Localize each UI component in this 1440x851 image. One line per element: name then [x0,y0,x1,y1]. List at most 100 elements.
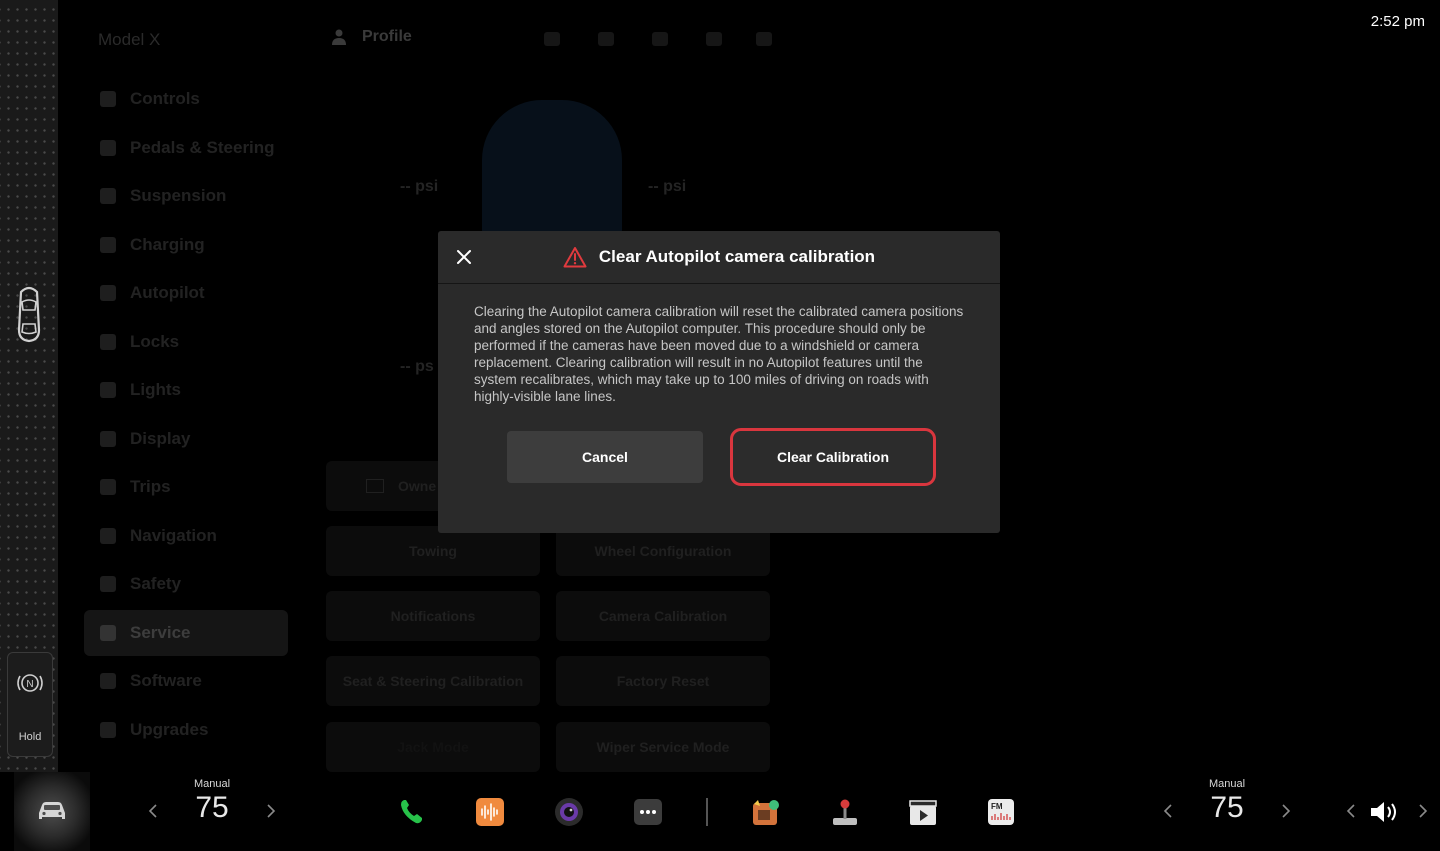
sidebar-item-locks[interactable]: Locks [84,319,288,365]
svg-text:FM: FM [991,802,1003,811]
radio-icon[interactable]: FM [985,796,1017,828]
bluetooth-icon[interactable] [706,32,722,46]
phone-icon[interactable] [396,796,428,828]
gear-selected-label: N [26,679,33,690]
chevron-right-icon[interactable] [1281,804,1291,818]
tire-pressure-front-right: -- psi [648,178,687,195]
sidebar-item-trips[interactable]: Trips [84,464,288,510]
jack-mode-button[interactable]: Jack Mode [326,722,540,772]
audio-icon[interactable] [474,796,506,828]
dialog-title-row: Clear Autopilot camera calibration [438,246,1000,268]
cancel-button[interactable]: Cancel [507,431,703,483]
camera-calibration-button[interactable]: Camera Calibration [556,591,770,641]
toybox-icon[interactable] [750,796,782,828]
suspension-icon [100,188,116,204]
chevron-right-icon[interactable] [266,804,276,818]
sidebar-item-label: Upgrades [130,719,209,739]
notification-bell-icon[interactable] [652,32,668,46]
model-title: Model X [98,30,161,49]
sidebar-item-safety[interactable]: Safety [84,561,288,607]
sidebar-item-label: Safety [130,574,182,593]
passenger-temperature: 75 [1210,791,1244,824]
passenger-climate[interactable]: Manual 75 [1197,778,1257,825]
warning-icon [563,247,587,268]
sidebar-item-label: Service [130,622,191,642]
person-icon [332,29,346,45]
chevron-left-icon[interactable] [1163,804,1173,818]
car-overview-icon[interactable] [15,284,43,344]
theater-icon[interactable] [907,796,939,828]
gear-neutral-icon: N [17,674,43,692]
notifications-button[interactable]: Notifications [326,591,540,641]
wifi-icon[interactable] [756,32,772,46]
factory-reset-button[interactable]: Factory Reset [556,656,770,706]
upgrades-icon [100,721,116,738]
profile-button[interactable]: Profile [332,28,412,46]
dashcam-icon[interactable] [544,32,560,46]
tire-pressure-front-left: -- psi [400,178,439,195]
camera-icon[interactable] [553,796,585,828]
sidebar-item-label: Charging [130,234,205,254]
volume-down-chevron-icon[interactable] [1346,804,1356,818]
clock: 2:52 pm [1370,13,1425,30]
controls-icon [100,91,116,107]
vehicle-image [482,100,622,250]
more-icon[interactable] [632,796,664,828]
safety-icon [100,576,116,592]
park-hold-control[interactable]: N Hold [7,652,53,757]
climate-mode-label: Manual [193,778,231,790]
dialog-title: Clear Autopilot camera calibration [598,247,876,266]
sidebar-item-autopilot[interactable]: Autopilot [84,270,288,316]
driver-climate[interactable]: Manual 75 [182,778,242,825]
sidebar-item-charging[interactable]: Charging [84,222,288,268]
dialog-header: Clear Autopilot camera calibration [438,231,1000,284]
towing-button[interactable]: Towing [326,526,540,576]
sidebar-item-label: Display [130,428,191,448]
driver-temperature: 75 [195,791,229,824]
sidebar-item-label: Controls [130,89,200,108]
sidebar-item-label: Autopilot [130,283,205,302]
chevron-left-icon[interactable] [148,804,158,818]
sidebar-item-pedals-steering[interactable]: Pedals & Steering [84,125,288,171]
sidebar-item-display[interactable]: Display [84,416,288,462]
bottom-dock: Manual 75 FM Manual 75 [0,772,1440,851]
sidebar-item-controls[interactable]: Controls [84,76,288,122]
sidebar-item-upgrades[interactable]: Upgrades [84,707,288,753]
wrench-icon [100,624,116,641]
volume-icon[interactable] [1368,799,1404,825]
arcade-icon[interactable] [829,796,861,828]
car-icon [39,802,65,819]
sidebar-item-label: Suspension [130,186,227,205]
trips-icon [100,479,116,495]
sidebar-item-software[interactable]: Software [84,658,288,704]
download-icon [100,673,116,689]
button-label: Owne [398,478,437,494]
lights-icon [100,382,116,398]
wiper-service-mode-button[interactable]: Wiper Service Mode [556,722,770,772]
sidebar-item-label: Trips [130,477,171,496]
lock-icon [100,333,116,350]
charging-icon [100,236,116,253]
left-status-strip: N Hold [0,0,58,772]
profile-label: Profile [362,28,412,45]
display-icon [100,430,116,447]
sidebar-item-label: Navigation [130,525,217,545]
sidebar-item-navigation[interactable]: Navigation [84,513,288,559]
climate-mode-label: Manual [1208,778,1246,790]
clear-calibration-button[interactable]: Clear Calibration [730,428,936,486]
navigation-icon [100,527,116,544]
settings-sidebar: Controls Pedals & Steering Suspension Ch… [84,76,288,755]
wheel-configuration-button[interactable]: Wheel Configuration [556,526,770,576]
sidebar-item-suspension[interactable]: Suspension [84,173,288,219]
dialog-message: Clearing the Autopilot camera calibratio… [474,304,964,404]
car-controls-button[interactable] [14,772,90,851]
steering-wheel-icon [100,285,116,301]
sidebar-item-lights[interactable]: Lights [84,367,288,413]
homelink-icon[interactable] [598,32,614,46]
pedals-icon [100,139,116,156]
sidebar-item-label: Lights [130,380,181,399]
seat-steering-calibration-button[interactable]: Seat & Steering Calibration [326,656,540,706]
tire-pressure-rear-left: -- ps [400,358,434,375]
sidebar-item-service[interactable]: Service [84,609,288,656]
volume-up-chevron-icon[interactable] [1418,804,1428,818]
